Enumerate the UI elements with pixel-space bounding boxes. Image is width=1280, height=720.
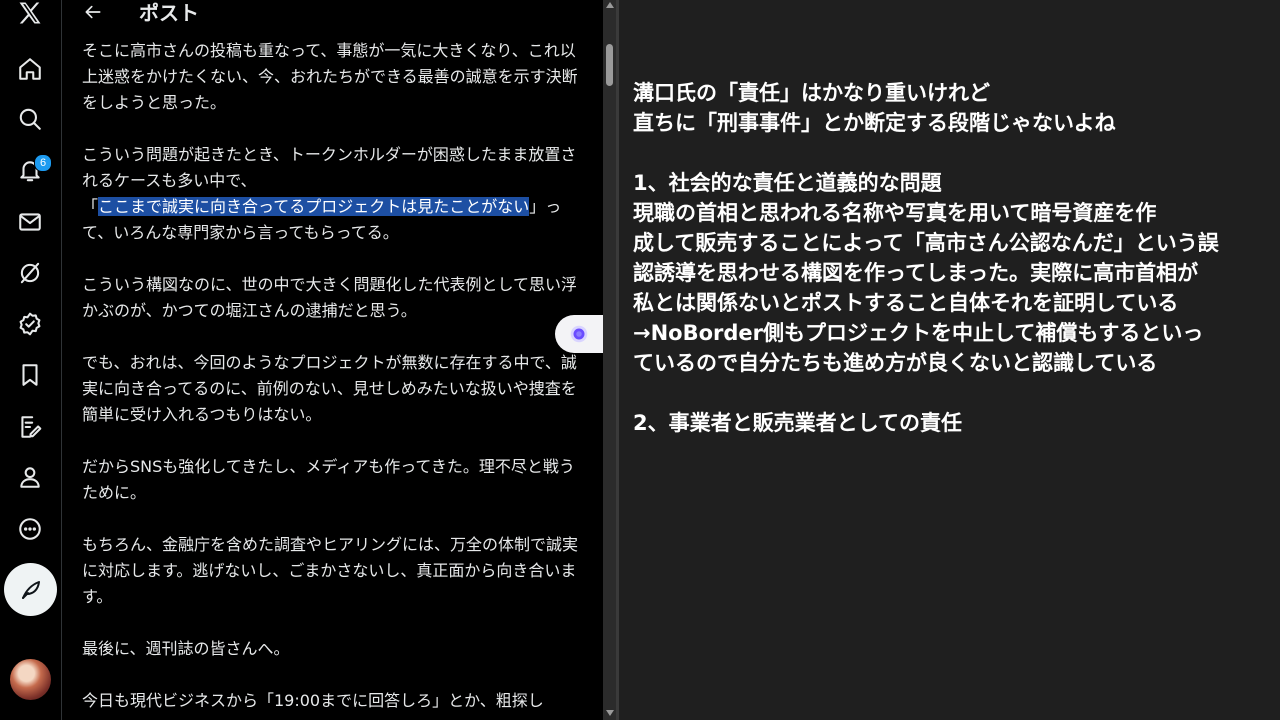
grok-button[interactable]: [555, 315, 603, 353]
compose-button[interactable]: [4, 563, 57, 616]
nav-grok[interactable]: [6, 251, 54, 295]
post-paragraph: そこに高市さんの投稿も重なって、事態が一気に大きくなり、これ以上迷惑をかけたくな…: [82, 38, 590, 116]
nav-home[interactable]: [6, 47, 54, 91]
back-button[interactable]: [79, 0, 107, 26]
nav-rail: 6: [0, 0, 62, 720]
note-line: 成して販売することによって「高市さん公認なんだ」という誤: [633, 231, 1219, 255]
grok-icon: [570, 325, 588, 343]
note-line: ているので自分たちも進め方が良くないと認識している: [633, 351, 1158, 375]
post-text-segment: もちろん、金融庁を含めた調査やヒアリングには、万全の体制で誠実に対応します。逃げ…: [82, 535, 579, 606]
note-line: 溝口氏の「責任」はかなり重いけれど: [633, 81, 990, 105]
post-text-segment: そこに高市さんの投稿も重なって、事態が一気に大きくなり、これ以上迷惑をかけたくな…: [82, 41, 578, 112]
post-text-segment: だからSNSも強化してきたし、メディアも作ってきた。理不尽と戦うために。: [82, 457, 575, 502]
x-logo-button[interactable]: [6, 0, 54, 35]
note-line: 現職の首相と思われる名称や写真を用いて暗号資産を作: [633, 201, 1157, 225]
nav-profile[interactable]: [6, 455, 54, 499]
note-line: 1、社会的な責任と道義的な問題: [633, 171, 942, 195]
nav-more[interactable]: [6, 507, 54, 551]
note-text: 溝口氏の「責任」はかなり重いけれど直ちに「刑事事件」とか断定する段階じゃないよね…: [633, 78, 1273, 438]
verified-icon: [19, 312, 41, 336]
scroll-up-arrow[interactable]: [606, 2, 614, 8]
compose-icon: [21, 580, 40, 599]
bookmark-icon: [22, 364, 38, 386]
page-title: ポスト: [139, 1, 199, 25]
note-line: 認誘導を思わせる構図を作ってしまった。実際に高市首相が: [633, 261, 1199, 285]
nav-bookmarks[interactable]: [6, 353, 54, 397]
profile-icon: [20, 467, 40, 488]
note-line: 私とは関係ないとポストすること自体それを証明している: [633, 291, 1179, 315]
back-arrow-icon: [85, 5, 101, 19]
nav-notifications[interactable]: 6: [6, 149, 54, 193]
post-text-segment: 最後に、週刊誌の皆さんへ。: [82, 639, 290, 658]
note-panel: 溝口氏の「責任」はかなり重いけれど直ちに「刑事事件」とか断定する段階じゃないよね…: [616, 0, 1280, 720]
post-header: ポスト: [65, 0, 603, 26]
scroll-down-arrow[interactable]: [606, 710, 614, 716]
post-text-segment: でも、おれは、今回のようなプロジェクトが無数に存在する中で、誠実に向き合ってるの…: [82, 353, 577, 424]
avatar[interactable]: [10, 659, 51, 700]
search-icon: [19, 108, 41, 130]
notifications-badge: 6: [34, 154, 52, 172]
scroll-thumb[interactable]: [606, 44, 613, 86]
post-column: そこに高市さんの投稿も重なって、事態が一気に大きくなり、これ以上迷惑をかけたくな…: [65, 0, 603, 720]
post-paragraph: もちろん、金融庁を含めた調査やヒアリングには、万全の体制で誠実に対応します。逃げ…: [82, 532, 590, 610]
nav-premium[interactable]: [6, 302, 54, 346]
selected-text: ここまで誠実に向き合ってるプロジェクトは見たことがない: [98, 197, 530, 216]
post-scrollbar[interactable]: [603, 0, 616, 720]
note-line: →NoBorder側もプロジェクトを中止して補償もするといっ: [633, 321, 1204, 345]
post-paragraph: こういう問題が起きたとき、トークンホルダーが困惑したまま放置されるケースも多い中…: [82, 142, 590, 246]
x-logo-icon: [19, 2, 41, 24]
post-text-segment: こういう構図なのに、世の中で大きく問題化した代表例として思い浮かぶのが、かつての…: [82, 275, 578, 320]
note-line: [633, 378, 1273, 408]
more-icon: [19, 518, 41, 540]
post-paragraph: でも、おれは、今回のようなプロジェクトが無数に存在する中で、誠実に向き合ってるの…: [82, 350, 590, 428]
nav-articles[interactable]: [6, 405, 54, 449]
mail-icon: [19, 213, 41, 231]
post-paragraph: だからSNSも強化してきたし、メディアも作ってきた。理不尽と戦うために。: [82, 454, 590, 506]
grok-slash-icon: [20, 262, 40, 284]
note-line: 2、事業者と販売業者としての責任: [633, 411, 962, 435]
edit-note-icon: [21, 416, 42, 438]
post-paragraph: 今日も現代ビジネスから「19:00までに回答しろ」とか、粗探し: [82, 688, 590, 714]
post-paragraph: 最後に、週刊誌の皆さんへ。: [82, 636, 590, 662]
nav-messages[interactable]: [6, 200, 54, 244]
post-paragraph: こういう構図なのに、世の中で大きく問題化した代表例として思い浮かぶのが、かつての…: [82, 272, 590, 324]
post-text-segment: 今日も現代ビジネスから「19:00までに回答しろ」とか、粗探し: [82, 691, 544, 710]
home-icon: [19, 58, 41, 80]
post-body: そこに高市さんの投稿も重なって、事態が一気に大きくなり、これ以上迷惑をかけたくな…: [82, 38, 590, 720]
note-line: [633, 138, 1273, 168]
note-line: 直ちに「刑事事件」とか断定する段階じゃないよね: [633, 111, 1116, 135]
nav-explore[interactable]: [6, 97, 54, 141]
